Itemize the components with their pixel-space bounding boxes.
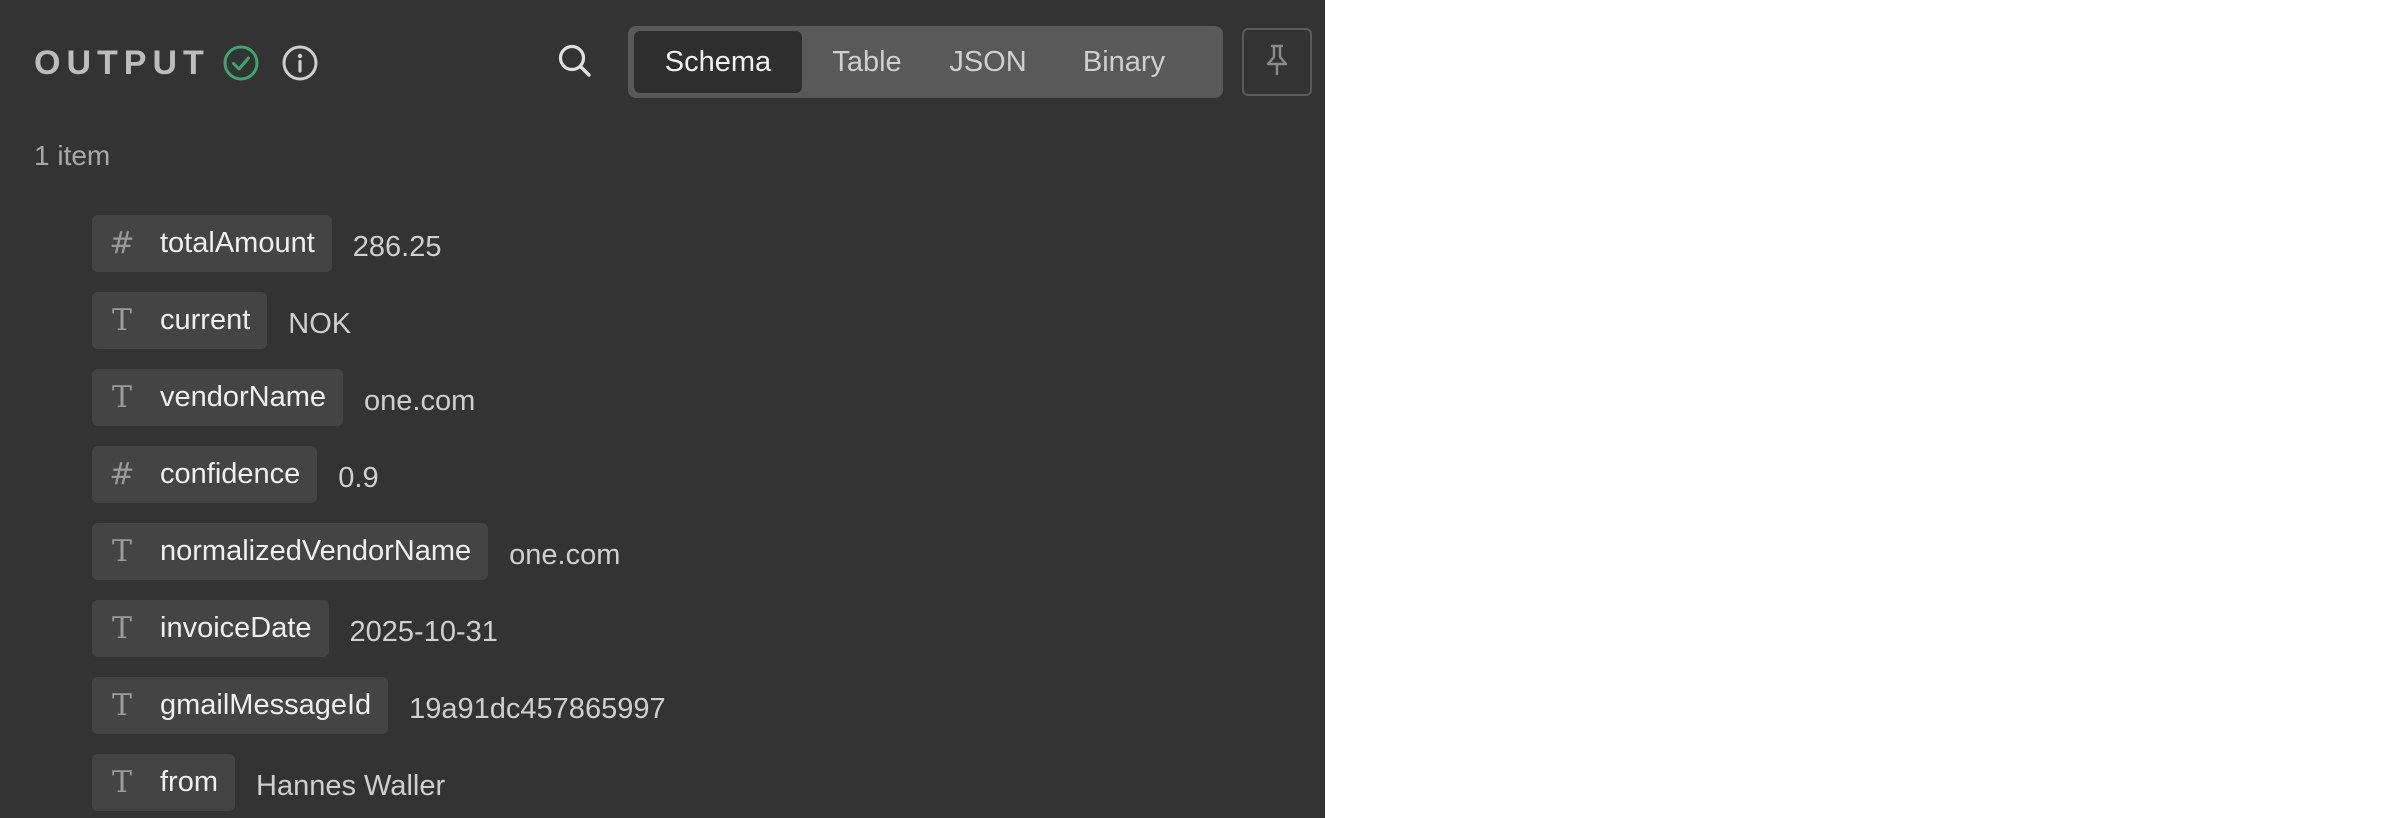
field-value: 286.25 [352,231,442,263]
field-value: 0.9 [338,462,379,494]
field-pill[interactable]: T gmailMessageId [92,677,389,734]
search-button[interactable] [552,40,598,86]
item-count: 1 item [34,140,111,171]
field-name: normalizedVendorName [160,535,472,567]
string-type-icon: T [111,688,132,723]
output-title: OUTPUT [34,44,210,82]
schema-row: T invoiceDate 2025-10-31 [92,600,666,657]
schema-field-list: # totalAmount 286.25 T current NOK T ven… [92,215,666,818]
output-header: OUTPUT Schema Table JSON Binary [0,0,1325,125]
tab-table[interactable]: Table [802,31,932,93]
schema-row: T gmailMessageId 19a91dc457865997 [92,677,666,734]
string-type-icon: T [111,303,132,338]
schema-row: T normalizedVendorName one.com [92,523,666,580]
field-pill[interactable]: T normalizedVendorName [92,523,489,580]
field-value: NOK [288,308,352,340]
field-pill[interactable]: T current [92,292,268,349]
field-value: one.com [364,385,476,417]
field-name: current [160,304,251,336]
string-type-icon: T [111,765,132,800]
check-circle-icon [222,44,260,82]
blank-canvas-area [1325,0,2400,818]
number-type-icon: # [109,226,135,261]
field-name: confidence [160,458,301,490]
info-icon[interactable] [281,44,319,82]
field-pill[interactable]: # confidence [92,446,318,503]
field-name: invoiceDate [160,612,312,644]
schema-row: # totalAmount 286.25 [92,215,666,272]
field-value: 2025-10-31 [349,616,498,648]
field-pill[interactable]: T from [92,754,235,811]
output-panel: OUTPUT Schema Table JSON Binary 1 item #… [0,0,1325,818]
tab-json[interactable]: JSON [932,31,1044,93]
number-type-icon: # [109,457,135,492]
field-name: totalAmount [160,227,315,259]
tab-binary[interactable]: Binary [1044,31,1204,93]
view-mode-tabs: Schema Table JSON Binary [628,26,1223,98]
schema-row: # confidence 0.9 [92,446,666,503]
field-pill[interactable]: T invoiceDate [92,600,329,657]
schema-row: T vendorName one.com [92,369,666,426]
field-name: vendorName [160,381,327,413]
field-name: gmailMessageId [160,689,372,721]
field-value: one.com [509,539,621,571]
field-pill[interactable]: T vendorName [92,369,344,426]
field-pill[interactable]: # totalAmount [92,215,332,272]
search-icon [555,41,595,86]
pin-icon [1262,43,1292,82]
field-name: from [160,766,218,798]
field-value: Hannes Waller [256,770,446,802]
schema-row: T current NOK [92,292,666,349]
string-type-icon: T [111,380,132,415]
string-type-icon: T [111,534,132,569]
schema-row: T from Hannes Waller [92,754,666,811]
field-value: 19a91dc457865997 [409,693,666,725]
string-type-icon: T [111,611,132,646]
tab-schema[interactable]: Schema [634,31,802,93]
pin-button[interactable] [1242,28,1312,96]
